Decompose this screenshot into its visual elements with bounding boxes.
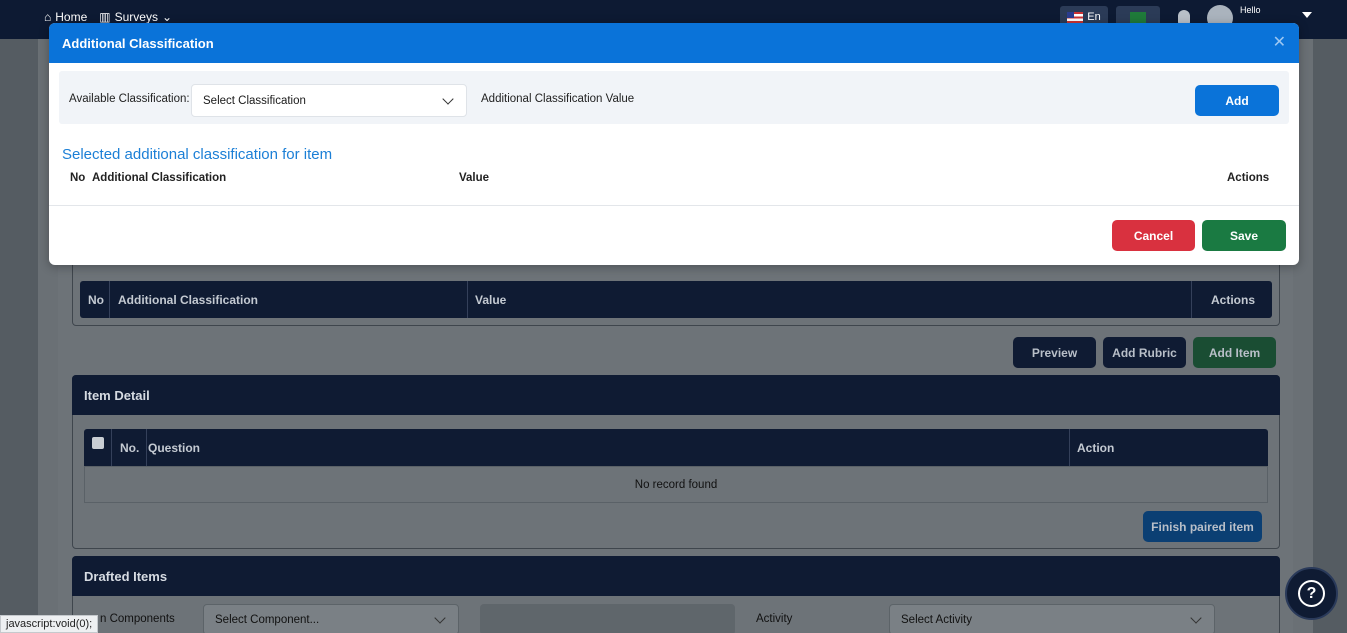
col-separator (467, 281, 468, 318)
col-no: No (88, 292, 104, 307)
cancel-button[interactable]: Cancel (1112, 220, 1195, 251)
classification-filter-bar: Available Classification: Select Classif… (59, 71, 1289, 124)
section-title: Selected additional classification for i… (62, 146, 333, 163)
col-value: Value (475, 292, 507, 307)
item-table-header: No. Question Action (84, 429, 1268, 466)
right-gutter (1313, 39, 1347, 633)
col-no: No (70, 172, 86, 184)
item-detail-header: Item Detail (72, 375, 1280, 415)
col-actions: Actions (1211, 292, 1256, 307)
close-icon[interactable]: ✕ (1273, 35, 1286, 51)
left-gutter (0, 39, 38, 633)
component-select[interactable]: Select Component... (203, 604, 459, 633)
components-label: n Components (100, 613, 175, 625)
us-flag-icon (1067, 11, 1084, 23)
empty-message: No record found (634, 478, 718, 491)
chevron-down-icon (1190, 612, 1202, 624)
item-detail-title: Item Detail (84, 387, 150, 403)
select-all-checkbox[interactable] (92, 437, 104, 449)
sa-flag-icon (1130, 11, 1146, 23)
col-question: Question (148, 440, 201, 455)
col-value: Value (459, 172, 490, 184)
classification-select[interactable]: Select Classification (191, 84, 467, 117)
activity-select[interactable]: Select Activity (889, 604, 1215, 633)
chevron-down-icon (434, 612, 446, 624)
disabled-field (480, 604, 735, 633)
drafted-items-title: Drafted Items (84, 568, 168, 584)
col-separator (111, 429, 112, 466)
finish-paired-item-button[interactable]: Finish paired item (1143, 511, 1262, 542)
book-icon: ▥ (99, 10, 111, 24)
classification-table-header: No Additional Classification Value Actio… (80, 281, 1272, 318)
col-no: No. (120, 440, 140, 455)
home-icon: ⌂ (44, 10, 52, 24)
question-mark-icon: ? (1298, 580, 1325, 607)
modal-header: Additional Classification ✕ (49, 23, 1299, 63)
col-classification: Additional Classification (92, 172, 227, 184)
add-rubric-button[interactable]: Add Rubric (1103, 337, 1186, 368)
chevron-down-icon (442, 93, 454, 105)
nav-home[interactable]: ⌂ Home (44, 10, 87, 24)
empty-row: No record found (84, 466, 1268, 503)
drafted-items-header: Drafted Items (72, 556, 1280, 596)
col-separator (109, 281, 110, 318)
nav-surveys[interactable]: ▥ Surveys ⌄ (99, 10, 172, 24)
col-classification: Additional Classification (118, 292, 259, 307)
add-button[interactable]: Add (1195, 85, 1279, 116)
col-separator (1069, 429, 1070, 466)
preview-button[interactable]: Preview (1013, 337, 1096, 368)
activity-label: Activity (756, 613, 793, 625)
user-greeting: Hello (1240, 5, 1261, 15)
notification-bell-icon[interactable] (1178, 10, 1190, 24)
additional-classification-modal: Additional Classification ✕ Available Cl… (49, 23, 1299, 265)
col-action: Action (1077, 440, 1115, 455)
modal-footer-divider (49, 205, 1299, 206)
top-nav: ⌂ Home ▥ Surveys ⌄ (44, 10, 172, 24)
available-classification-label: Available Classification: (69, 93, 190, 105)
save-button[interactable]: Save (1202, 220, 1286, 251)
col-separator (1191, 281, 1192, 318)
add-item-button[interactable]: Add Item (1193, 337, 1276, 368)
col-separator (146, 429, 147, 466)
user-menu-caret-icon[interactable] (1302, 12, 1312, 18)
modal-title: Additional Classification (62, 35, 214, 51)
col-actions: Actions (1227, 172, 1270, 184)
chevron-down-icon: ⌄ (161, 10, 173, 24)
classification-value-label: Additional Classification Value (481, 93, 635, 105)
status-bar-url: javascript:void(0); (0, 615, 99, 633)
help-button[interactable]: ? (1285, 567, 1338, 620)
